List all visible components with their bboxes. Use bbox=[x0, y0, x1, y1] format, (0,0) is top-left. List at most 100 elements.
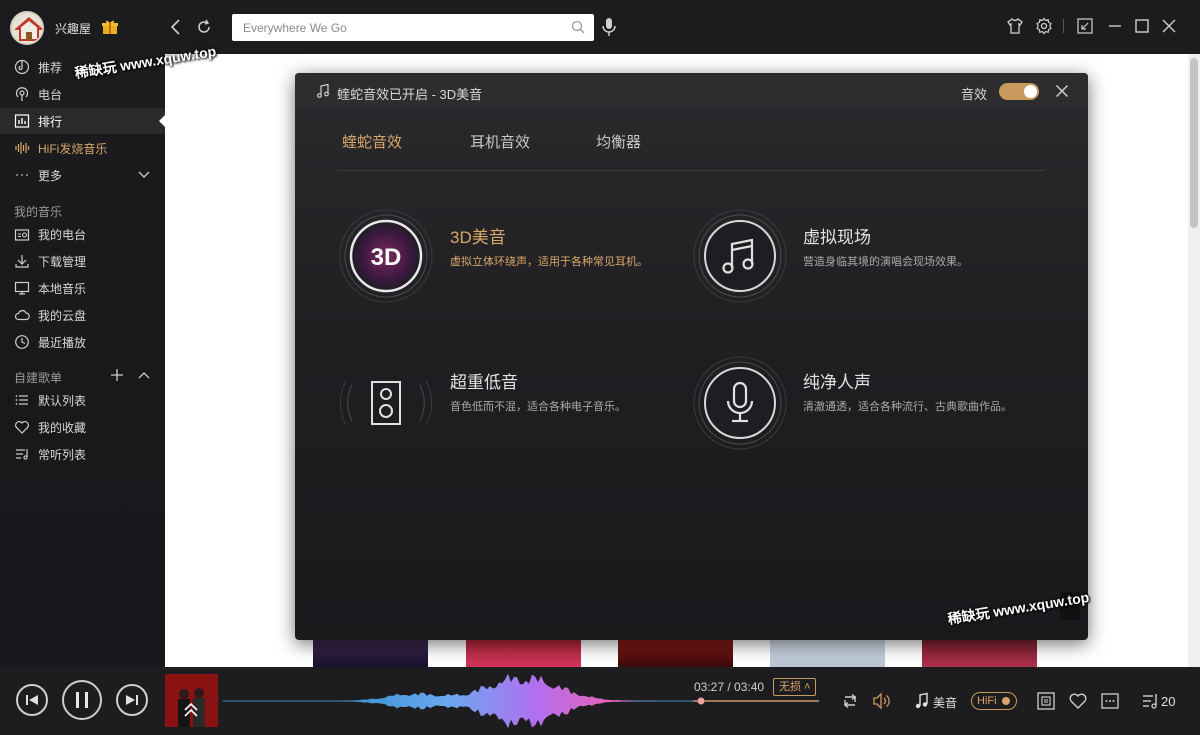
monitor-icon bbox=[14, 281, 30, 295]
my-music-title: 我的音乐 bbox=[14, 205, 63, 219]
more-icon[interactable] bbox=[1100, 691, 1120, 711]
sound-effect-label[interactable]: 美音 bbox=[933, 694, 957, 711]
scrollbar-thumb[interactable] bbox=[1190, 58, 1198, 228]
effect-heavy-bass[interactable]: 超重低音 音色低而不混，适合各种电子音乐。 bbox=[338, 355, 638, 455]
album-cover-4[interactable] bbox=[770, 640, 885, 667]
effect-pure-vocal[interactable]: 纯净人声 清澈通透，适合各种流行、古典歌曲作品。 bbox=[692, 355, 1042, 455]
disc-icon bbox=[14, 59, 30, 75]
waveform-progress[interactable] bbox=[223, 667, 819, 735]
effect-3d[interactable]: 3D 3D美音 虚拟立体环绕声，适用于各种常见耳机。 bbox=[338, 208, 648, 308]
sidebar-item-label: 我的云盘 bbox=[38, 308, 87, 323]
clock-icon bbox=[15, 335, 29, 349]
close-icon[interactable] bbox=[1160, 17, 1178, 35]
skin-icon[interactable] bbox=[1006, 17, 1024, 35]
dialog-title: 蝰蛇音效已开启 - 3D美音 bbox=[337, 87, 483, 102]
music-note-icon bbox=[315, 83, 331, 99]
sidebar-item-label: 我的电台 bbox=[38, 227, 87, 242]
sidebar-item-more[interactable]: 更多 bbox=[0, 162, 165, 188]
minimize-icon[interactable] bbox=[1106, 17, 1124, 35]
back-icon[interactable] bbox=[168, 18, 184, 36]
tab-headphone-effects[interactable]: 耳机音效 bbox=[470, 131, 530, 152]
effect-desc: 虚拟立体环绕声，适用于各种常见耳机。 bbox=[450, 256, 648, 268]
album-cover-2[interactable] bbox=[466, 640, 581, 667]
microphone-icon bbox=[693, 356, 787, 450]
list-icon bbox=[15, 395, 28, 405]
playlist-queue-icon[interactable] bbox=[1141, 691, 1159, 711]
lyrics-icon[interactable] bbox=[1036, 691, 1056, 711]
cloud-icon bbox=[14, 310, 30, 321]
username[interactable]: 兴趣屋 bbox=[55, 20, 91, 37]
album-cover-1[interactable] bbox=[313, 640, 428, 667]
tab-equalizer[interactable]: 均衡器 bbox=[596, 131, 641, 152]
sidebar-item-frequent[interactable]: 常听列表 bbox=[0, 441, 165, 467]
sidebar-item-label: 我的收藏 bbox=[38, 420, 87, 435]
sidebar-item-downloads[interactable]: 下载管理 bbox=[0, 248, 165, 274]
sidebar-item-charts[interactable]: 排行 bbox=[0, 108, 165, 134]
tab-viper-effects[interactable]: 蝰蛇音效 bbox=[342, 131, 402, 152]
playlists-title: 自建歌单 bbox=[14, 371, 63, 385]
sidebar-item-local-music[interactable]: 本地音乐 bbox=[0, 275, 165, 301]
search-input[interactable] bbox=[232, 14, 562, 41]
settings-icon[interactable] bbox=[1035, 17, 1053, 35]
next-icon bbox=[126, 695, 138, 705]
heart-icon bbox=[15, 421, 29, 434]
effect-desc: 音色低而不混，适合各种电子音乐。 bbox=[450, 401, 626, 413]
maximize-icon[interactable] bbox=[1133, 17, 1151, 35]
previous-button[interactable] bbox=[16, 684, 48, 716]
my-radio-icon bbox=[14, 229, 30, 241]
repeat-icon[interactable] bbox=[840, 691, 860, 711]
avatar[interactable] bbox=[10, 11, 44, 45]
3d-icon-text: 3D bbox=[371, 244, 402, 271]
sidebar-item-recent[interactable]: 最近播放 bbox=[0, 329, 165, 355]
sidebar-item-label: 本地音乐 bbox=[38, 281, 87, 296]
quality-selector[interactable]: 无损 ˄ bbox=[773, 678, 817, 696]
pause-icon bbox=[76, 692, 88, 708]
effect-title: 纯净人声 bbox=[803, 373, 871, 392]
progress-handle[interactable] bbox=[697, 697, 705, 705]
scrollbar[interactable] bbox=[1188, 54, 1200, 667]
hifi-label: HiFi bbox=[977, 695, 997, 707]
effect-virtual-live[interactable]: 虚拟现场 营造身临其境的演唱会现场效果。 bbox=[692, 208, 1032, 308]
effect-toggle[interactable] bbox=[999, 83, 1039, 100]
music-note-icon[interactable] bbox=[914, 692, 930, 710]
effect-desc: 清澈通透，适合各种流行、古典歌曲作品。 bbox=[803, 401, 1012, 413]
time-display: 03:27 / 03:40 bbox=[694, 680, 765, 694]
sidebar-item-my-radio[interactable]: 我的电台 bbox=[0, 221, 165, 247]
divider bbox=[1063, 19, 1064, 33]
search-icon[interactable] bbox=[571, 20, 585, 34]
sidebar-item-hifi[interactable]: HiFi发烧音乐 bbox=[0, 135, 165, 161]
mini-mode-icon[interactable] bbox=[1076, 17, 1094, 35]
next-button[interactable] bbox=[116, 684, 148, 716]
sidebar-item-label: 推荐 bbox=[38, 60, 63, 75]
sidebar-item-default-list[interactable]: 默认列表 bbox=[0, 387, 165, 413]
sidebar-item-cloud[interactable]: 我的云盘 bbox=[0, 302, 165, 328]
effect-toggle-label: 音效 bbox=[961, 87, 988, 102]
microphone-icon[interactable] bbox=[601, 16, 617, 38]
close-icon[interactable] bbox=[1055, 84, 1069, 98]
gift-icon[interactable] bbox=[101, 18, 119, 36]
album-cover-3[interactable] bbox=[618, 640, 733, 667]
chevron-down-icon[interactable] bbox=[137, 169, 151, 181]
radio-icon bbox=[15, 87, 29, 101]
album-cover[interactable] bbox=[165, 674, 218, 727]
download-icon bbox=[15, 255, 29, 268]
sidebar-item-radio[interactable]: 电台 bbox=[0, 81, 165, 107]
waveform-shape bbox=[343, 673, 691, 729]
pause-button[interactable] bbox=[62, 680, 102, 720]
refresh-icon[interactable] bbox=[195, 18, 213, 36]
hifi-badge[interactable]: HiFi bbox=[971, 692, 1017, 710]
queue-count: 20 bbox=[1161, 694, 1176, 709]
volume-icon[interactable] bbox=[871, 691, 893, 711]
sidebar-item-favorites[interactable]: 我的收藏 bbox=[0, 414, 165, 440]
effect-desc: 营造身临其境的演唱会现场效果。 bbox=[803, 256, 968, 268]
music-note-icon bbox=[693, 209, 787, 303]
search-box[interactable] bbox=[232, 14, 594, 41]
sidebar-item-label: 最近播放 bbox=[38, 335, 87, 350]
dialog-titlebar[interactable]: 蝰蛇音效已开启 - 3D美音 音效 bbox=[295, 73, 1088, 109]
effect-title: 虚拟现场 bbox=[803, 228, 871, 247]
sidebar-item-label: 更多 bbox=[38, 168, 63, 183]
chevron-up-icon[interactable] bbox=[137, 369, 151, 381]
add-playlist-icon[interactable] bbox=[110, 368, 124, 382]
album-cover-5[interactable] bbox=[922, 640, 1037, 667]
heart-icon[interactable] bbox=[1068, 691, 1088, 711]
